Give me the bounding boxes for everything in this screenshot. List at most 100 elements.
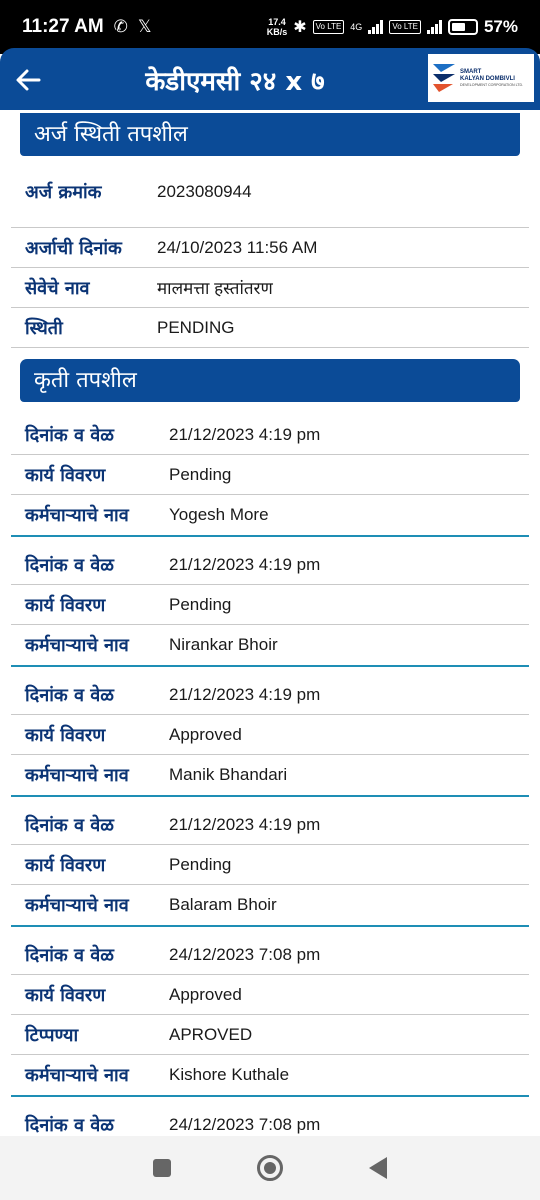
action-value: APROVED	[169, 1024, 253, 1044]
action-label: दिनांक व वेळ	[25, 944, 114, 966]
action-entry: दिनांक व वेळ 21/12/2023 4:19 pm कार्य विव…	[11, 797, 529, 927]
action-value: Pending	[169, 464, 232, 484]
action-label: कर्मचाऱ्याचे नाव	[25, 505, 129, 526]
detail-row-application-date: अर्जाची दिनांक 24/10/2023 11:56 AM	[11, 228, 529, 268]
action-row-description: कार्य विवरण Pending	[11, 585, 529, 625]
action-label: टिप्पण्या	[25, 1024, 79, 1046]
action-label: कर्मचाऱ्याचे नाव	[25, 765, 129, 786]
action-row-employee: कर्मचाऱ्याचे नाव Nirankar Bhoir	[11, 625, 529, 665]
recent-apps-button[interactable]	[153, 1159, 171, 1177]
action-entry: दिनांक व वेळ 21/12/2023 4:19 pm कार्य विव…	[11, 537, 529, 667]
back-button[interactable]	[8, 60, 48, 100]
detail-label: सेवेचे नाव	[25, 277, 90, 299]
action-value: Approved	[169, 984, 242, 1004]
battery-fill	[451, 23, 465, 31]
logo-line-2: KALYAN DOMBIVLI	[460, 75, 515, 82]
action-row-description: कार्य विवरण Pending	[11, 845, 529, 885]
action-label: कार्य विवरण	[25, 594, 106, 616]
action-row-description: कार्य विवरण Approved	[11, 975, 529, 1015]
status-icons: 17.4 KB/s ✱ Vo LTE 4G Vo LTE 57%	[267, 17, 518, 37]
system-back-button[interactable]	[369, 1157, 387, 1179]
action-row-datetime: दिनांक व वेळ 21/12/2023 4:19 pm	[11, 797, 529, 845]
detail-value: 2023080944	[157, 181, 252, 201]
status-time: 11:27 AM	[22, 16, 104, 37]
action-label: दिनांक व वेळ	[25, 684, 114, 706]
action-row-description: कार्य विवरण Approved	[11, 715, 529, 755]
action-value: 21/12/2023 4:19 pm	[169, 554, 321, 574]
detail-value: मालमत्ता हस्तांतरण	[157, 279, 273, 298]
action-value: 21/12/2023 4:19 pm	[169, 814, 321, 834]
phone-icon: ✆	[113, 17, 128, 37]
detail-row-status: स्थिती PENDING	[11, 308, 529, 348]
logo-line-3: DEVELOPMENT CORPORATION LTD.	[460, 82, 524, 87]
action-value: 24/12/2023 7:08 pm	[169, 944, 321, 964]
action-value: Nirankar Bhoir	[169, 635, 278, 654]
action-value: Pending	[169, 594, 232, 614]
detail-value: 24/10/2023 11:56 AM	[157, 237, 318, 257]
action-label: कर्मचाऱ्याचे नाव	[25, 1065, 129, 1086]
action-value: Approved	[169, 724, 242, 744]
action-details-heading: कृती तपशील	[20, 359, 520, 402]
app-title: केडीएमसी २४ x ७	[145, 67, 325, 97]
action-row-employee: कर्मचाऱ्याचे नाव Yogesh More	[11, 495, 529, 535]
network-speed: 17.4 KB/s	[267, 17, 288, 37]
signal-icon-2	[426, 20, 442, 34]
app-bar: केडीएमसी २४ x ७ SMART KALYAN DOMBIVLI DE…	[0, 48, 540, 110]
action-row-remarks: टिप्पण्या APROVED	[11, 1015, 529, 1055]
system-nav-bar	[0, 1136, 540, 1200]
action-label: कार्य विवरण	[25, 984, 106, 1006]
action-label: कर्मचाऱ्याचे नाव	[25, 635, 129, 656]
action-value: Yogesh More	[169, 505, 269, 524]
logo-line-1: SMART	[460, 68, 482, 75]
action-value: Kishore Kuthale	[169, 1065, 290, 1084]
action-value: 21/12/2023 4:19 pm	[169, 684, 321, 704]
action-row-employee: कर्मचाऱ्याचे नाव Kishore Kuthale	[11, 1055, 529, 1095]
kdmc-logo: SMART KALYAN DOMBIVLI DEVELOPMENT CORPOR…	[428, 54, 534, 102]
action-label: दिनांक व वेळ	[25, 424, 114, 446]
action-label: दिनांक व वेळ	[25, 1115, 114, 1136]
action-list: दिनांक व वेळ 21/12/2023 4:19 pm कार्य विव…	[0, 407, 540, 1136]
action-value: 21/12/2023 4:19 pm	[169, 424, 321, 444]
detail-row-service-name: सेवेचे नाव मालमत्ता हस्तांतरण	[11, 268, 529, 308]
smart-city-logo-icon	[433, 64, 455, 92]
status-bar: 11:27 AM ✆ 𝕏 17.4 KB/s ✱ Vo LTE 4G Vo LT…	[0, 0, 540, 54]
action-label: कर्मचाऱ्याचे नाव	[25, 895, 129, 916]
network-speed-unit: KB/s	[266, 27, 288, 37]
bluetooth-icon: ✱	[293, 19, 307, 36]
detail-label: अर्जाची दिनांक	[25, 237, 122, 259]
application-status-heading: अर्ज स्थिती तपशील	[20, 113, 520, 156]
action-label: दिनांक व वेळ	[25, 814, 114, 836]
network-speed-value: 17.4	[268, 17, 286, 27]
action-row-datetime: दिनांक व वेळ 21/12/2023 4:19 pm	[11, 667, 529, 715]
home-icon	[264, 1162, 276, 1174]
battery-percent: 57%	[483, 17, 518, 36]
detail-label: अर्ज क्रमांक	[25, 181, 102, 203]
action-row-datetime: दिनांक व वेळ 21/12/2023 4:19 pm	[11, 407, 529, 455]
action-label: कार्य विवरण	[25, 724, 106, 746]
detail-label: स्थिती	[25, 317, 63, 339]
action-label: कार्य विवरण	[25, 464, 106, 486]
signal-icon	[368, 20, 384, 34]
action-value: Balaram Bhoir	[169, 895, 277, 914]
action-value: Manik Bhandari	[169, 765, 288, 784]
content-scroll[interactable]: अर्ज स्थिती तपशील अर्ज क्रमांक 202308094…	[0, 110, 540, 1136]
home-button[interactable]	[257, 1155, 283, 1181]
action-entry: दिनांक व वेळ 24/12/2023 7:08 pm	[11, 1097, 529, 1136]
action-label: दिनांक व वेळ	[25, 554, 114, 576]
action-row-description: कार्य विवरण Pending	[11, 455, 529, 495]
action-row-datetime: दिनांक व वेळ 24/12/2023 7:08 pm	[11, 1097, 529, 1136]
volte-badge-2: Vo LTE	[389, 20, 421, 34]
action-row-employee: कर्मचाऱ्याचे नाव Manik Bhandari	[11, 755, 529, 795]
action-value: Pending	[169, 854, 232, 874]
action-entry: दिनांक व वेळ 24/12/2023 7:08 pm कार्य विव…	[11, 927, 529, 1097]
action-label: कार्य विवरण	[25, 854, 106, 876]
action-value: 24/12/2023 7:08 pm	[169, 1115, 321, 1134]
volte-badge: Vo LTE	[312, 20, 345, 34]
action-row-datetime: दिनांक व वेळ 24/12/2023 7:08 pm	[11, 927, 529, 975]
action-row-datetime: दिनांक व वेळ 21/12/2023 4:19 pm	[11, 537, 529, 585]
action-entry: दिनांक व वेळ 21/12/2023 4:19 pm कार्य विव…	[11, 667, 529, 797]
detail-row-application-number: अर्ज क्रमांक 2023080944	[11, 156, 529, 228]
network-type: 4G	[350, 22, 363, 32]
battery-icon	[447, 19, 478, 35]
action-entry: दिनांक व वेळ 21/12/2023 4:19 pm कार्य विव…	[11, 407, 529, 537]
